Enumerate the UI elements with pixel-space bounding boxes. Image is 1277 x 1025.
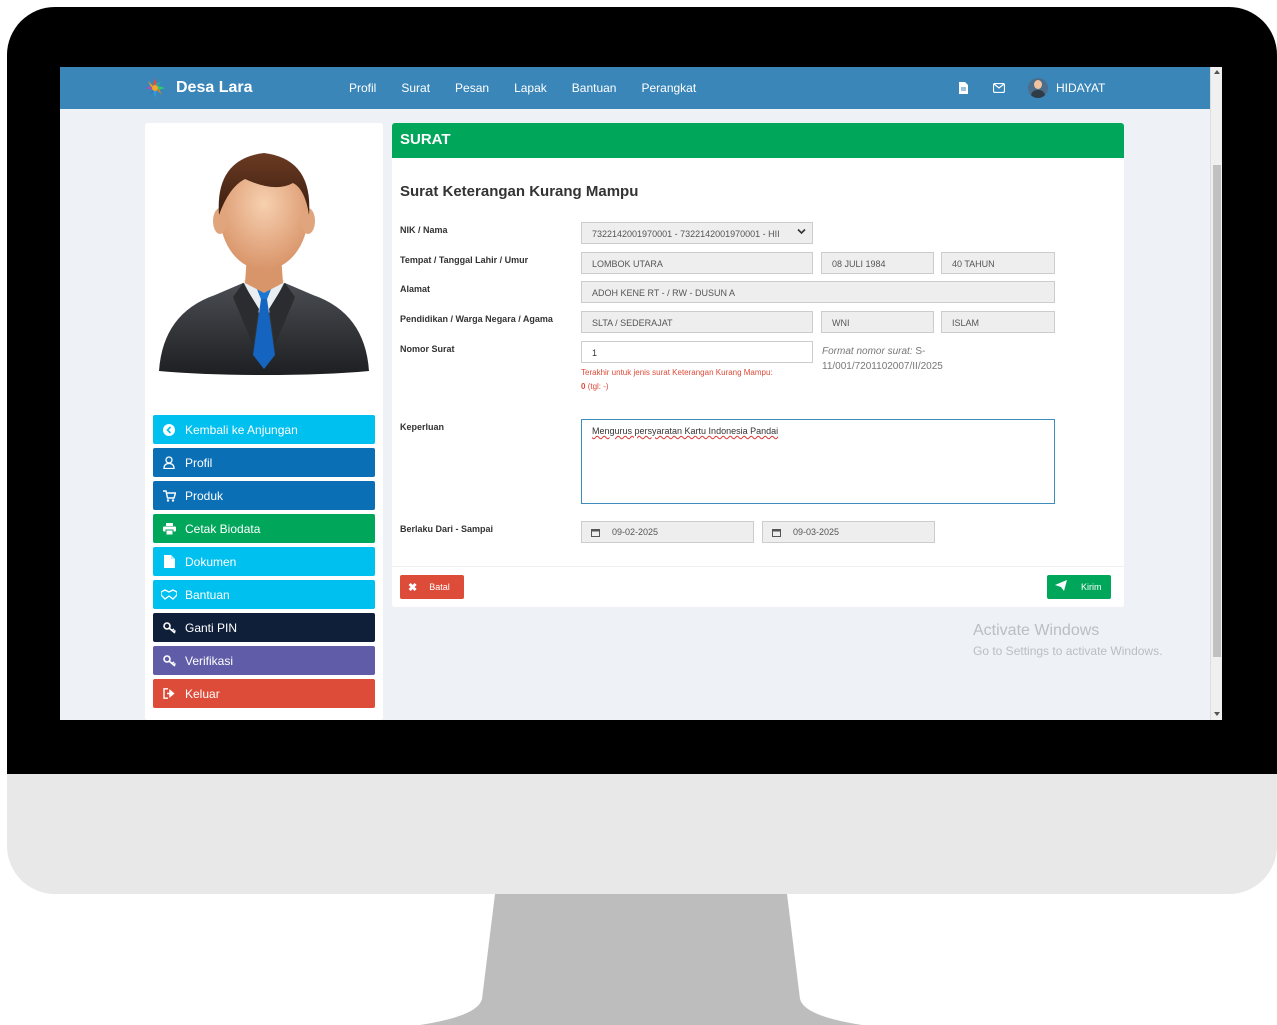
keperluan-text: Mengurus persyaratan Kartu Indonesia Pan…: [592, 426, 779, 436]
watermark-line1: Activate Windows: [973, 622, 1100, 639]
kirim-label: Kirim: [1081, 582, 1102, 592]
calendar-icon: [582, 522, 608, 542]
menu-verifikasi-button[interactable]: Verifikasi: [153, 646, 375, 675]
handshake-icon: [161, 587, 177, 603]
tanggal-lahir-field[interactable]: 08 JULI 1984: [821, 252, 934, 274]
menu-produk-button[interactable]: Produk: [153, 481, 375, 510]
arrow-left-circle-icon: [161, 422, 177, 438]
chevron-down-icon: [797, 227, 806, 237]
nav-item-profil[interactable]: Profil: [349, 81, 376, 95]
sign-out-icon: [161, 686, 177, 702]
document-icon[interactable]: [956, 81, 970, 95]
side-menu: Kembali ke Anjungan Profil Produk Cetak …: [153, 415, 375, 712]
surat-panel: SURAT Surat Keterangan Kurang Mampu NIK …: [392, 123, 1124, 607]
nomor-surat-input[interactable]: 1: [581, 341, 813, 363]
form-title: Surat Keterangan Kurang Mampu: [400, 183, 639, 200]
top-navbar: Desa Lara Profil Surat Pesan Lapak Bantu…: [60, 67, 1210, 109]
menu-label: Bantuan: [185, 587, 230, 602]
menu-label: Verifikasi: [185, 653, 234, 668]
menu-kembali-button[interactable]: Kembali ke Anjungan: [153, 415, 375, 444]
file-icon: [161, 554, 177, 570]
brand[interactable]: Desa Lara: [144, 77, 253, 99]
nik-select[interactable]: 7322142001970001 - 7322142001970001 - HI…: [581, 222, 813, 244]
nav-item-lapak[interactable]: Lapak: [514, 81, 547, 95]
nav-item-surat[interactable]: Surat: [401, 81, 430, 95]
nav-item-perangkat[interactable]: Perangkat: [641, 81, 696, 95]
scroll-down-icon[interactable]: [1214, 712, 1220, 716]
label-berlaku: Berlaku Dari - Sampai: [400, 524, 494, 534]
format-hint: Format nomor surat: S-11/001/7201102007/…: [822, 344, 982, 374]
brand-name: Desa Lara: [176, 79, 253, 96]
nav-item-bantuan[interactable]: Bantuan: [572, 81, 617, 95]
menu-label: Dokumen: [185, 554, 237, 569]
warga-negara-field[interactable]: WNI: [821, 311, 934, 333]
agama-field[interactable]: ISLAM: [941, 311, 1055, 333]
menu-ganti-pin-button[interactable]: Ganti PIN: [153, 613, 375, 642]
batal-button[interactable]: ✖ Batal: [400, 575, 464, 599]
label-ttl: Tempat / Tanggal Lahir / Umur: [400, 255, 529, 265]
nik-select-value: 7322142001970001 - 7322142001970001 - HI…: [592, 229, 780, 239]
label-nomor-surat: Nomor Surat: [400, 344, 455, 354]
menu-label: Ganti PIN: [185, 620, 238, 635]
nav-menu: Profil Surat Pesan Lapak Bantuan Perangk…: [349, 81, 721, 95]
tanggal-sampai-field[interactable]: 09-03-2025: [762, 521, 935, 543]
pendidikan-field[interactable]: SLTA / SEDERAJAT: [581, 311, 813, 333]
menu-label: Produk: [185, 488, 224, 503]
tanggal-dari-field[interactable]: 09-02-2025: [581, 521, 754, 543]
hint-text: Terakhir untuk jenis surat Keterangan Ku…: [581, 368, 773, 377]
print-icon: [161, 521, 177, 537]
paper-plane-icon: [1055, 580, 1067, 594]
format-label: Format nomor surat:: [822, 346, 913, 357]
cart-icon: [161, 488, 177, 504]
user-name[interactable]: HIDAYAT: [1056, 81, 1105, 95]
user-icon: [161, 455, 177, 471]
monitor-stand: [420, 894, 862, 1025]
menu-label: Cetak Biodata: [185, 521, 261, 536]
activate-windows-watermark: Activate Windows Go to Settings to activ…: [973, 622, 1162, 658]
label-nik: NIK / Nama: [400, 225, 448, 235]
last-number-hint: Terakhir untuk jenis surat Keterangan Ku…: [581, 366, 813, 394]
scrollbar[interactable]: [1210, 67, 1222, 720]
scroll-thumb[interactable]: [1213, 165, 1221, 657]
calendar-icon: [763, 522, 789, 542]
close-icon: ✖: [408, 581, 418, 594]
label-alamat: Alamat: [400, 284, 431, 294]
watermark-line2: Go to Settings to activate Windows.: [973, 644, 1163, 658]
sidebar: Kembali ke Anjungan Profil Produk Cetak …: [145, 123, 383, 720]
hint-date: (tgl: -): [587, 382, 609, 391]
panel-header: SURAT: [392, 123, 1124, 158]
menu-label: Kembali ke Anjungan: [185, 422, 298, 437]
label-keperluan: Keperluan: [400, 422, 445, 432]
panel-divider: [392, 566, 1124, 567]
tanggal-sampai-value: 09-03-2025: [793, 527, 840, 537]
profile-avatar: [145, 123, 383, 408]
umur-field[interactable]: 40 TAHUN: [941, 252, 1055, 274]
scroll-up-icon[interactable]: [1214, 70, 1220, 74]
key-icon: [161, 653, 177, 669]
desa-logo-icon: [145, 78, 165, 98]
user-avatar[interactable]: [1028, 78, 1048, 98]
label-pendidikan: Pendidikan / Warga Negara / Agama: [400, 314, 553, 324]
hint-value: 0: [581, 382, 586, 391]
menu-cetak-biodata-button[interactable]: Cetak Biodata: [153, 514, 375, 543]
nav-item-pesan[interactable]: Pesan: [455, 81, 489, 95]
screen: Desa Lara Profil Surat Pesan Lapak Bantu…: [60, 67, 1222, 720]
tanggal-dari-value: 09-02-2025: [612, 527, 659, 537]
tempat-lahir-field[interactable]: LOMBOK UTARA: [581, 252, 813, 274]
kirim-button[interactable]: Kirim: [1047, 575, 1111, 599]
menu-label: Keluar: [185, 686, 220, 701]
menu-label: Profil: [185, 455, 213, 470]
person-avatar-icon: [159, 153, 369, 375]
keperluan-textarea[interactable]: Mengurus persyaratan Kartu Indonesia Pan…: [581, 419, 1055, 504]
menu-bantuan-button[interactable]: Bantuan: [153, 580, 375, 609]
menu-dokumen-button[interactable]: Dokumen: [153, 547, 375, 576]
alamat-field[interactable]: ADOH KENE RT - / RW - DUSUN A: [581, 281, 1055, 303]
nav-right: HIDAYAT: [956, 78, 1105, 98]
key-icon: [161, 620, 177, 636]
menu-keluar-button[interactable]: Keluar: [153, 679, 375, 708]
batal-label: Batal: [429, 582, 450, 592]
envelope-icon[interactable]: [992, 81, 1006, 95]
menu-profil-button[interactable]: Profil: [153, 448, 375, 477]
